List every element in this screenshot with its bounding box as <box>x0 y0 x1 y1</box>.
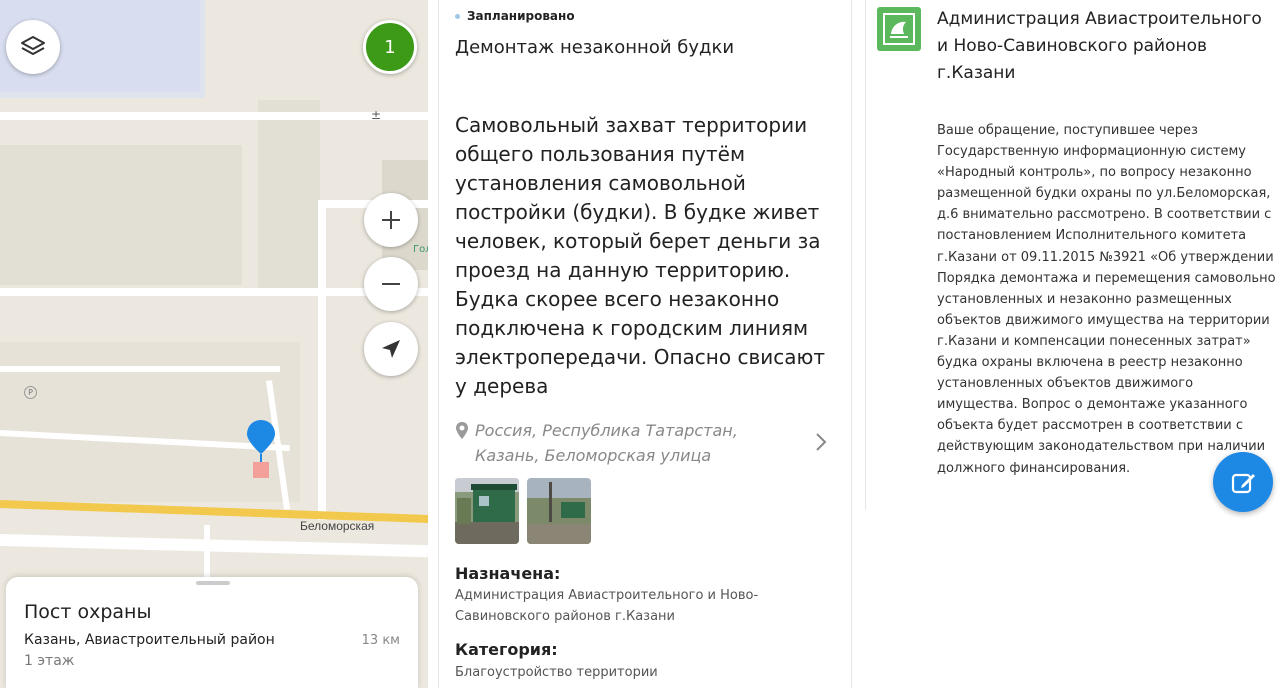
zoom-in-button[interactable] <box>364 193 418 247</box>
map-pin-icon[interactable] <box>245 418 277 480</box>
locate-button[interactable] <box>364 322 418 376</box>
response-text: Ваше обращение, поступившее через Госуда… <box>937 123 1276 476</box>
layers-button[interactable] <box>6 20 60 74</box>
street-label: Беломорская <box>300 519 375 533</box>
official-response: Администрация Авиастроительного и Ново-С… <box>865 0 1280 688</box>
road <box>0 112 428 120</box>
coat-of-arms-icon <box>883 13 915 45</box>
assigned-value: Администрация Авиастроительного и Ново-С… <box>455 588 759 624</box>
place-distance: 13 км <box>361 633 400 648</box>
map-view[interactable]: Беломорская Гол P ± 1 Пост охраны Казань… <box>0 0 428 688</box>
address-row[interactable]: Россия, Республика Татарстан, Казань, Бе… <box>455 418 835 468</box>
layers-icon <box>21 36 45 55</box>
area-block <box>0 145 242 285</box>
minus-icon <box>382 283 400 285</box>
cluster-marker[interactable]: 1 <box>363 20 417 74</box>
place-floor: 1 этаж <box>24 653 75 669</box>
location-pin-icon <box>456 422 468 439</box>
issue-detail: Запланировано Демонтаж незаконной будки … <box>438 0 852 688</box>
navigation-arrow-icon <box>382 340 400 358</box>
category-value: Благоустройство территории <box>455 665 658 680</box>
org-name: Администрация Авиастроительного и Ново-С… <box>937 9 1262 83</box>
road <box>204 525 210 585</box>
org-logo <box>877 7 921 51</box>
place-subtitle: Казань, Авиастроительный район <box>24 632 275 648</box>
issue-description: Самовольный захват территории общего пол… <box>455 113 825 398</box>
assigned-label: Назначена: <box>455 564 561 583</box>
photo-thumbnail[interactable] <box>455 478 519 544</box>
issue-title: Демонтаж незаконной будки <box>455 37 735 58</box>
zoom-out-button[interactable] <box>364 257 418 311</box>
parking-icon: P <box>24 386 37 399</box>
category-label: Категория: <box>455 640 558 659</box>
status-dot <box>455 13 460 19</box>
place-card[interactable]: Пост охраны Казань, Авиастроительный рай… <box>6 577 418 688</box>
photo-kiosk-1 <box>455 478 519 544</box>
stairs-icon: ± <box>371 108 382 122</box>
plus-icon <box>382 211 400 229</box>
poi-label: Гол <box>413 244 428 255</box>
edit-button[interactable] <box>1213 452 1273 512</box>
status-badge: Запланировано <box>455 9 575 23</box>
chevron-right-icon[interactable] <box>815 432 827 452</box>
status-text: Запланировано <box>467 9 575 23</box>
area-block <box>258 100 320 290</box>
place-title: Пост охраны <box>24 601 152 623</box>
address-text: Россия, Республика Татарстан, Казань, Бе… <box>475 421 738 465</box>
road <box>318 200 326 520</box>
edit-icon <box>1231 473 1255 494</box>
photo-thumbnail[interactable] <box>527 478 591 544</box>
road <box>0 534 428 558</box>
drag-handle[interactable] <box>196 581 230 585</box>
road <box>0 366 280 372</box>
photo-kiosk-2 <box>527 478 591 544</box>
divider <box>865 0 866 510</box>
